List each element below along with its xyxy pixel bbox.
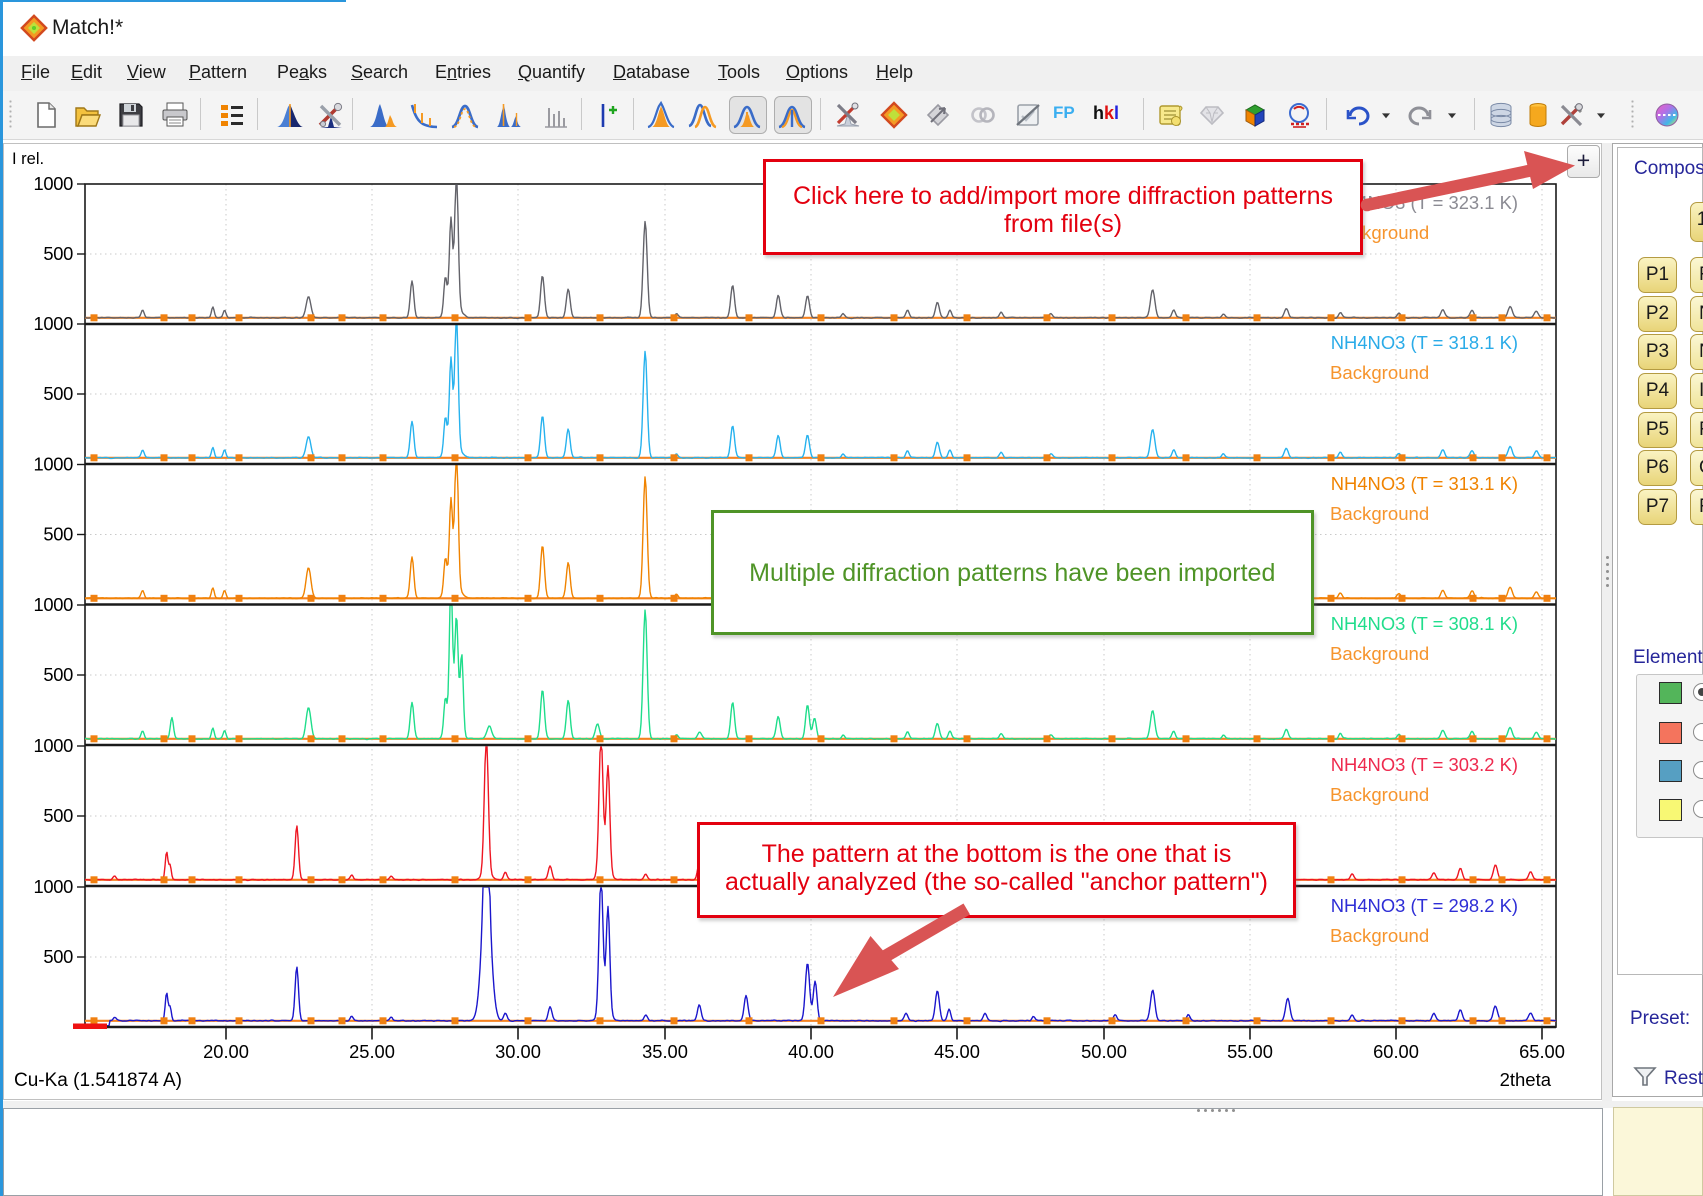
- svg-text:2theta: 2theta: [1500, 1069, 1552, 1090]
- svg-text:NH4NO3 (T = 303.2 K): NH4NO3 (T = 303.2 K): [1331, 754, 1518, 775]
- svg-text:NH4NO3 (T = 308.1 K): NH4NO3 (T = 308.1 K): [1331, 613, 1518, 634]
- svg-text:500: 500: [43, 946, 73, 967]
- svg-text:500: 500: [43, 524, 73, 545]
- svg-text:1000: 1000: [34, 454, 74, 475]
- svg-text:Background: Background: [1330, 503, 1429, 524]
- svg-text:55.00: 55.00: [1227, 1041, 1273, 1062]
- svg-text:1000: 1000: [34, 594, 74, 615]
- svg-text:1000: 1000: [34, 313, 74, 334]
- svg-text:Background: Background: [1330, 925, 1429, 946]
- svg-text:60.00: 60.00: [1373, 1041, 1419, 1062]
- svg-text:NH4NO3 (T = 313.1 K): NH4NO3 (T = 313.1 K): [1331, 473, 1518, 494]
- svg-text:20.00: 20.00: [203, 1041, 249, 1062]
- svg-text:Background: Background: [1330, 362, 1429, 383]
- svg-text:Cu-Ka (1.541874 A): Cu-Ka (1.541874 A): [14, 1070, 182, 1091]
- svg-text:NH4NO3 (T = 298.2 K): NH4NO3 (T = 298.2 K): [1331, 895, 1518, 916]
- svg-text:1000: 1000: [34, 876, 74, 897]
- svg-text:Background: Background: [1330, 784, 1429, 805]
- svg-text:1000: 1000: [34, 173, 74, 194]
- svg-text:500: 500: [43, 383, 73, 404]
- svg-text:25.00: 25.00: [349, 1041, 395, 1062]
- svg-text:500: 500: [43, 664, 73, 685]
- svg-text:45.00: 45.00: [934, 1041, 980, 1062]
- svg-text:1000: 1000: [34, 735, 74, 756]
- svg-text:40.00: 40.00: [788, 1041, 834, 1062]
- svg-text:500: 500: [43, 243, 73, 264]
- svg-text:50.00: 50.00: [1081, 1041, 1127, 1062]
- svg-text:65.00: 65.00: [1519, 1041, 1565, 1062]
- svg-text:500: 500: [43, 805, 73, 826]
- svg-text:35.00: 35.00: [642, 1041, 688, 1062]
- svg-text:30.00: 30.00: [495, 1041, 541, 1062]
- svg-text:I rel.: I rel.: [12, 150, 44, 168]
- svg-text:NH4NO3 (T = 318.1 K): NH4NO3 (T = 318.1 K): [1331, 332, 1518, 353]
- svg-text:Background: Background: [1330, 643, 1429, 664]
